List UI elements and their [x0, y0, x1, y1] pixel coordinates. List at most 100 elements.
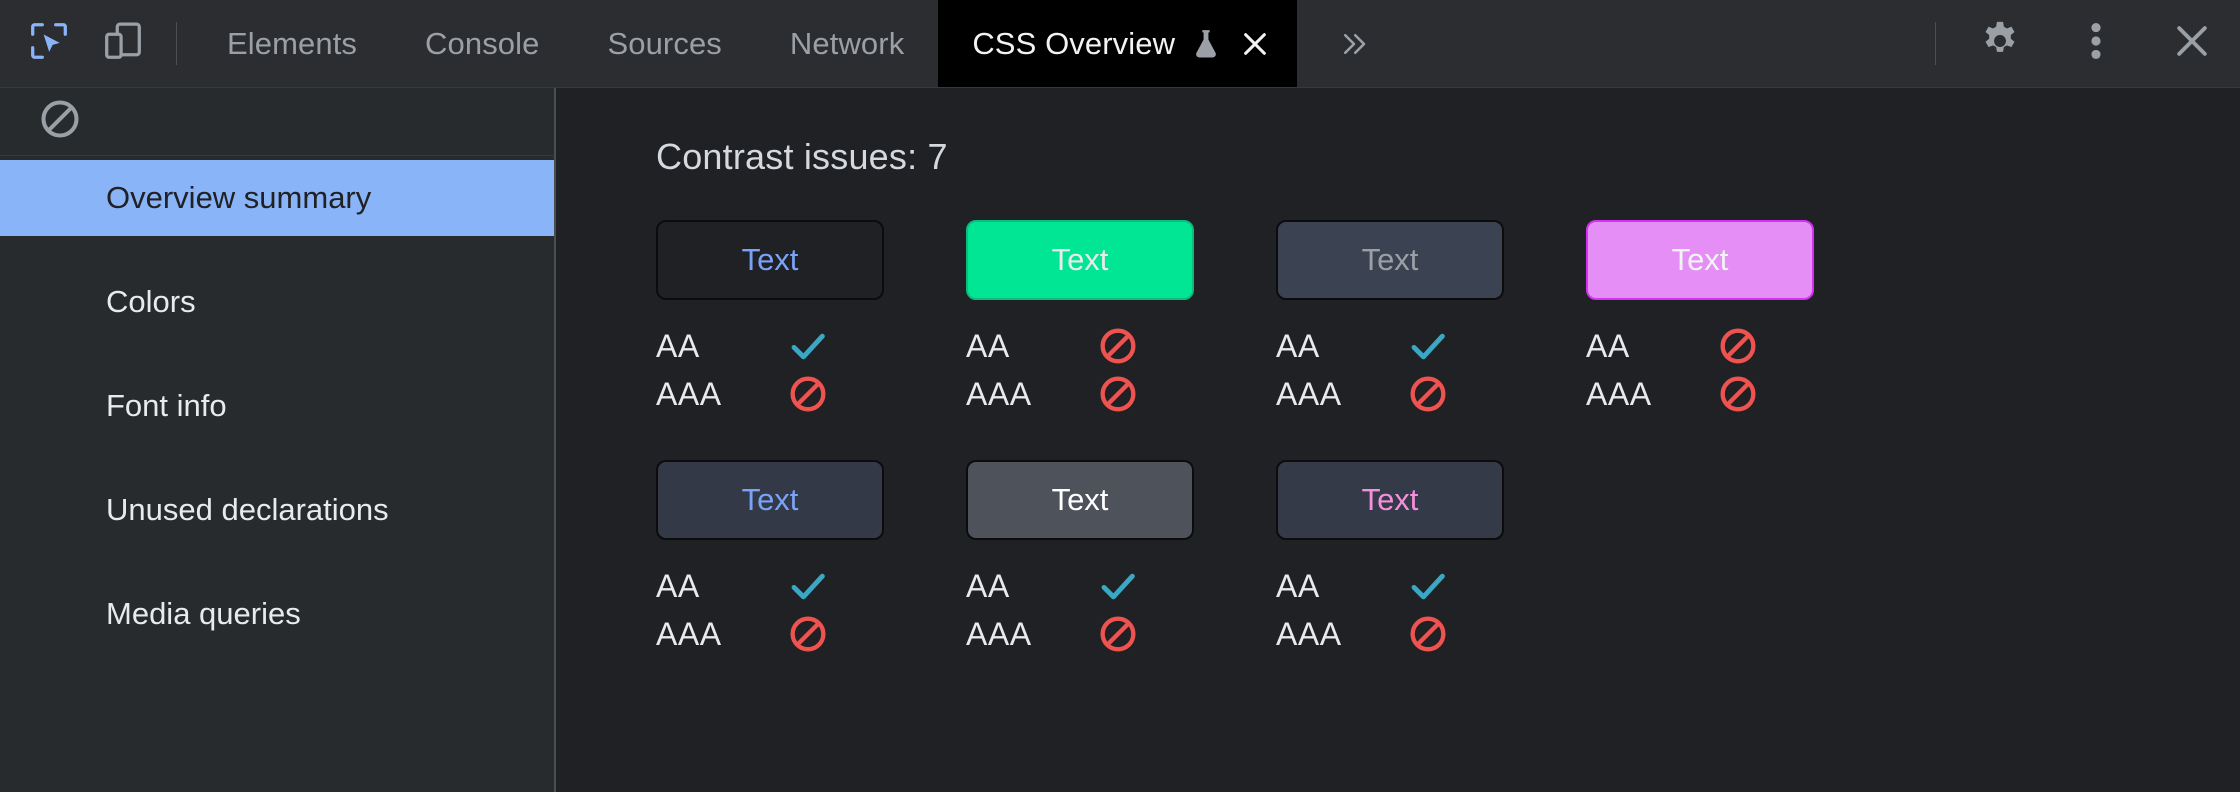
- panel-tabs: Elements Console Sources Network CSS Ove…: [193, 0, 1297, 87]
- sidebar-item-list: Overview summary Colors Font info Unused…: [0, 156, 554, 652]
- contrast-issue-card[interactable]: TextAAAAA: [656, 460, 966, 658]
- rating-row-aa: AA: [1586, 322, 1896, 370]
- sample-text: Text: [1672, 242, 1729, 278]
- rating-row-aaa: AAA: [1586, 370, 1896, 418]
- css-overview-main: Contrast issues: 7 TextAAAAATextAAAAATex…: [556, 88, 2240, 792]
- tab-console[interactable]: Console: [391, 0, 573, 87]
- rating-row-aaa: AAA: [656, 610, 966, 658]
- tab-network[interactable]: Network: [756, 0, 938, 87]
- toolbar-divider-right: [1935, 22, 1936, 65]
- sample-text: Text: [742, 482, 799, 518]
- contrast-sample-swatch[interactable]: Text: [656, 460, 884, 540]
- contrast-ratings: AAAAA: [656, 322, 966, 418]
- sample-text: Text: [1052, 242, 1109, 278]
- sample-text: Text: [1052, 482, 1109, 518]
- rating-label: AAA: [966, 376, 1094, 413]
- device-toolbar-button[interactable]: [86, 0, 160, 87]
- tab-elements[interactable]: Elements: [193, 0, 391, 87]
- tab-label: CSS Overview: [972, 26, 1175, 62]
- contrast-sample-swatch[interactable]: Text: [1276, 220, 1504, 300]
- sample-text: Text: [1362, 482, 1419, 518]
- sidebar-spacer: [0, 236, 554, 264]
- prohibited-icon: [1714, 370, 1762, 418]
- contrast-issue-card[interactable]: TextAAAAA: [656, 220, 966, 418]
- device-toolbar-icon: [100, 18, 146, 69]
- rating-row-aaa: AAA: [1276, 370, 1586, 418]
- prohibited-icon: [1404, 610, 1452, 658]
- prohibited-icon: [784, 370, 832, 418]
- prohibited-icon: [1094, 322, 1142, 370]
- prohibited-icon: [784, 610, 832, 658]
- contrast-ratings: AAAAA: [966, 562, 1276, 658]
- contrast-ratings: AAAAA: [966, 322, 1276, 418]
- sidebar-item-label: Colors: [106, 284, 196, 320]
- contrast-issues-title: Contrast issues: 7: [656, 136, 2240, 178]
- prohibited-icon: [1404, 370, 1452, 418]
- inspect-element-button[interactable]: [12, 0, 86, 87]
- toolbar-right-group: [1919, 0, 2240, 87]
- tab-sources[interactable]: Sources: [573, 0, 755, 87]
- tab-label: Elements: [227, 26, 357, 62]
- sample-text: Text: [1362, 242, 1419, 278]
- rating-label: AA: [966, 568, 1094, 605]
- sidebar-toolbar: [0, 88, 554, 156]
- rating-label: AAA: [656, 376, 784, 413]
- rating-row-aaa: AAA: [1276, 610, 1586, 658]
- prohibited-icon: [1714, 322, 1762, 370]
- rating-label: AAA: [656, 616, 784, 653]
- contrast-issue-card[interactable]: TextAAAAA: [966, 220, 1276, 418]
- checkmark-icon: [1094, 562, 1142, 610]
- clear-overview-button[interactable]: [32, 94, 88, 150]
- rating-label: AAA: [1586, 376, 1714, 413]
- contrast-issue-card[interactable]: TextAAAAA: [1276, 220, 1586, 418]
- clear-overview-icon: [37, 96, 83, 147]
- flask-icon: [1191, 27, 1221, 61]
- sidebar-spacer: [0, 444, 554, 472]
- close-devtools-button[interactable]: [2144, 0, 2240, 87]
- double-chevron-right-icon: [1335, 29, 1373, 59]
- contrast-sample-swatch[interactable]: Text: [966, 220, 1194, 300]
- sidebar-item-label: Media queries: [106, 596, 301, 632]
- sidebar-item-media-queries[interactable]: Media queries: [0, 576, 554, 652]
- sidebar-item-label: Overview summary: [106, 180, 371, 216]
- sidebar-item-font-info[interactable]: Font info: [0, 368, 554, 444]
- contrast-ratings: AAAAA: [656, 562, 966, 658]
- rating-row-aa: AA: [966, 562, 1276, 610]
- sidebar-spacer: [0, 340, 554, 368]
- contrast-sample-swatch[interactable]: Text: [1586, 220, 1814, 300]
- devtools-toolbar: Elements Console Sources Network CSS Ove…: [0, 0, 2240, 88]
- checkmark-icon: [784, 322, 832, 370]
- checkmark-icon: [1404, 322, 1452, 370]
- sidebar-item-label: Unused declarations: [106, 492, 389, 528]
- sidebar-item-overview-summary[interactable]: Overview summary: [0, 160, 554, 236]
- more-tabs-button[interactable]: [1297, 0, 1411, 87]
- contrast-sample-swatch[interactable]: Text: [966, 460, 1194, 540]
- sidebar-item-colors[interactable]: Colors: [0, 264, 554, 340]
- prohibited-icon: [1094, 370, 1142, 418]
- contrast-sample-swatch[interactable]: Text: [656, 220, 884, 300]
- sidebar-item-unused-declarations[interactable]: Unused declarations: [0, 472, 554, 548]
- tab-close-icon[interactable]: [1235, 24, 1275, 64]
- contrast-issue-card[interactable]: TextAAAAA: [1586, 220, 1896, 418]
- contrast-issue-card[interactable]: TextAAAAA: [1276, 460, 1586, 658]
- contrast-sample-swatch[interactable]: Text: [1276, 460, 1504, 540]
- gear-icon: [1977, 18, 2023, 69]
- toolbar-divider: [176, 22, 177, 65]
- vertical-dots-icon: [2089, 18, 2103, 69]
- contrast-ratings: AAAAA: [1276, 562, 1586, 658]
- rating-row-aa: AA: [656, 562, 966, 610]
- rating-label: AA: [656, 328, 784, 365]
- close-icon: [2170, 19, 2214, 68]
- rating-row-aaa: AAA: [656, 370, 966, 418]
- rating-row-aaa: AAA: [966, 610, 1276, 658]
- settings-button[interactable]: [1952, 0, 2048, 87]
- tab-css-overview[interactable]: CSS Overview: [938, 0, 1297, 87]
- rating-label: AAA: [1276, 616, 1404, 653]
- rating-label: AA: [966, 328, 1094, 365]
- rating-label: AA: [1586, 328, 1714, 365]
- css-overview-sidebar: Overview summary Colors Font info Unused…: [0, 88, 556, 792]
- rating-label: AA: [1276, 568, 1404, 605]
- rating-label: AA: [656, 568, 784, 605]
- contrast-issue-card[interactable]: TextAAAAA: [966, 460, 1276, 658]
- more-options-button[interactable]: [2048, 0, 2144, 87]
